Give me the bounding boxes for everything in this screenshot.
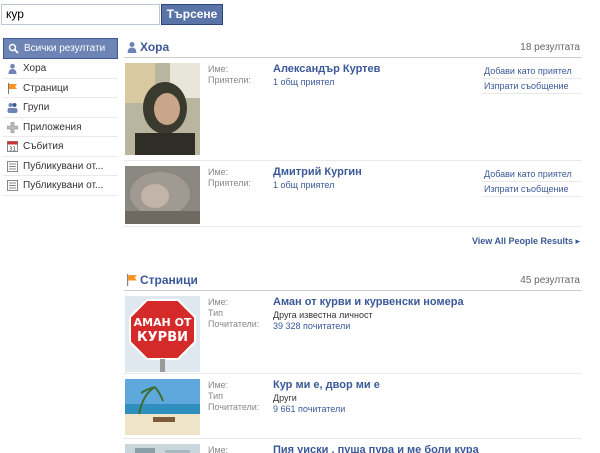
page-photo[interactable] bbox=[125, 444, 200, 453]
search-button[interactable]: Търсене bbox=[161, 4, 223, 25]
sidebar-item-label: Публикувани от... bbox=[23, 180, 104, 191]
profile-photo[interactable] bbox=[125, 63, 200, 155]
sidebar-item-label: Приложения bbox=[23, 121, 82, 133]
section-title: Страници bbox=[140, 273, 198, 287]
sign-text-line1: АМАН ОТ bbox=[134, 316, 192, 329]
sidebar-item-label: Групи bbox=[23, 102, 50, 113]
page-fans-link[interactable]: 39 328 почитатели bbox=[273, 321, 350, 332]
sidebar-item-groups[interactable]: Групи bbox=[3, 98, 118, 118]
section-title: Хора bbox=[140, 40, 170, 54]
page-result: АМАН ОТ КУРВИ Име: Тип Почитатели: Аман … bbox=[124, 291, 582, 374]
person-name-link[interactable]: Дмитрий Кургин bbox=[273, 166, 362, 178]
page-name-link[interactable]: Пия уиски , пуша пура и ме боли кура bbox=[273, 444, 479, 453]
puzzle-icon bbox=[7, 121, 18, 133]
person-icon bbox=[127, 41, 137, 53]
page-fans-link[interactable]: 9 661 почитатели bbox=[273, 404, 345, 415]
svg-text:31: 31 bbox=[9, 147, 16, 152]
calendar-icon: 31 bbox=[7, 141, 18, 152]
feed-icon bbox=[7, 180, 18, 191]
flag-icon bbox=[8, 82, 17, 94]
results-main: Хора 18 резултата Име: Приятели: Алексан… bbox=[124, 38, 582, 453]
person-icon bbox=[8, 63, 17, 74]
page-name-link[interactable]: Аман от курви и курвенски номера bbox=[273, 296, 464, 308]
search-icon bbox=[8, 43, 19, 54]
result-count: 45 резултата bbox=[520, 275, 580, 286]
name-label: Име: bbox=[208, 445, 229, 453]
fans-label: Почитатели: bbox=[208, 402, 260, 412]
pages-section-header: Страници 45 резултата bbox=[124, 271, 582, 291]
sidebar: Всички резултати Хора Страници Групи При… bbox=[3, 38, 118, 196]
sidebar-item-label: Публикувани от... bbox=[23, 160, 104, 172]
sidebar-item-events[interactable]: 31 Събития bbox=[3, 137, 118, 157]
add-friend-link[interactable]: Добави като приятел bbox=[482, 167, 582, 182]
sidebar-item-posts-by-friends[interactable]: Публикувани от... bbox=[3, 157, 118, 176]
fans-label: Почитатели: bbox=[208, 319, 260, 329]
feed-icon bbox=[7, 160, 18, 172]
flag-icon bbox=[127, 274, 137, 286]
sidebar-item-pages[interactable]: Страници bbox=[3, 79, 118, 98]
friends-label: Приятели: bbox=[208, 178, 251, 188]
mutual-friends-link[interactable]: 1 общ приятел bbox=[273, 180, 334, 191]
page-result: Име: Пия уиски , пуша пура и ме боли кур… bbox=[124, 439, 582, 453]
sidebar-item-apps[interactable]: Приложения bbox=[3, 118, 118, 137]
sidebar-item-label: Хора bbox=[23, 63, 47, 74]
page-photo[interactable] bbox=[125, 379, 200, 435]
mutual-friends-link[interactable]: 1 общ приятел bbox=[273, 77, 334, 88]
name-label: Име: bbox=[208, 64, 229, 74]
sidebar-item-label: Страници bbox=[23, 82, 69, 94]
send-message-link[interactable]: Изпрати съобщение bbox=[482, 79, 582, 94]
sidebar-item-posts-by-everyone[interactable]: Публикувани от... bbox=[3, 176, 118, 196]
page-type: Други bbox=[273, 393, 297, 403]
page-result: Име: Тип Почитатели: Кур ми е, двор ми е… bbox=[124, 374, 582, 439]
page-type: Друга известна личност bbox=[273, 310, 373, 320]
name-label: Име: bbox=[208, 167, 229, 177]
people-section-header: Хора 18 резултата bbox=[124, 38, 582, 58]
person-result: Име: Приятели: Дмитрий Кургин 1 общ прия… bbox=[124, 161, 582, 227]
sign-text-line2: КУРВИ bbox=[137, 330, 188, 345]
search-input[interactable]: кур bbox=[1, 4, 160, 25]
person-name-link[interactable]: Александър Куртев bbox=[273, 63, 380, 75]
friends-label: Приятели: bbox=[208, 75, 251, 85]
type-label: Тип bbox=[208, 308, 224, 318]
type-label: Тип bbox=[208, 391, 224, 401]
profile-photo[interactable] bbox=[125, 166, 200, 224]
person-result: Име: Приятели: Александър Куртев 1 общ п… bbox=[124, 58, 582, 161]
page-name-link[interactable]: Кур ми е, двор ми е bbox=[273, 379, 380, 391]
name-label: Име: bbox=[208, 297, 229, 307]
send-message-link[interactable]: Изпрати съобщение bbox=[482, 182, 582, 197]
view-all-people-link[interactable]: View All People Results ▸ bbox=[472, 236, 580, 247]
add-friend-link[interactable]: Добави като приятел bbox=[482, 64, 582, 79]
result-count: 18 резултата bbox=[520, 42, 580, 53]
page-photo[interactable]: АМАН ОТ КУРВИ bbox=[125, 296, 200, 372]
name-label: Име: bbox=[208, 380, 229, 390]
group-icon bbox=[7, 103, 18, 113]
sidebar-item-label: Всички резултати bbox=[24, 43, 106, 54]
sidebar-item-people[interactable]: Хора bbox=[3, 59, 118, 79]
sidebar-item-all-results[interactable]: Всички резултати bbox=[3, 38, 118, 59]
sidebar-item-label: Събития bbox=[23, 141, 64, 152]
